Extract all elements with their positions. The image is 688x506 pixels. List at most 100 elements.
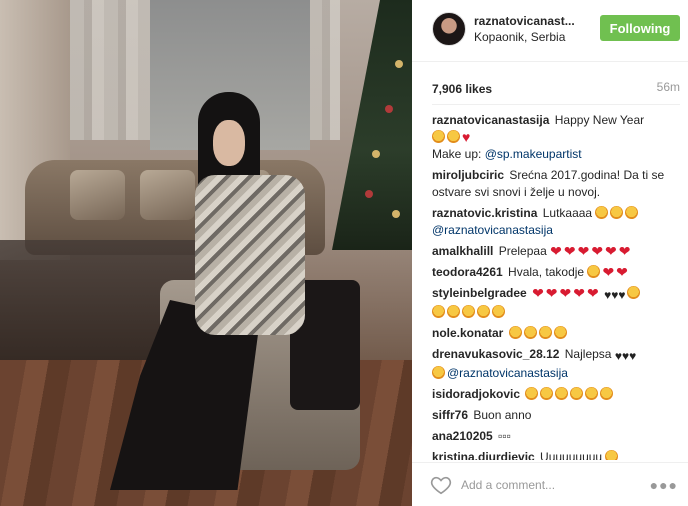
heart-emoji-icon: ❤: [616, 264, 628, 280]
divider: [432, 104, 680, 105]
comment-text: Lutkaaaa: [542, 206, 593, 220]
ok-hand-emoji-icon: [432, 366, 445, 379]
photo-ornament: [395, 60, 403, 68]
comment-footer: ●●●: [412, 462, 688, 506]
likes-count[interactable]: 7,906 likes: [432, 82, 492, 96]
black-heart-emoji-icon: ♥♥♥: [614, 349, 637, 363]
comment-item: kristina.djurdjevic Uuuuuuuuu: [432, 449, 682, 460]
comment-item: drenavukasovic_28.12 Najlepsa ♥♥♥ @razna…: [432, 346, 682, 382]
comment-item: isidoradjokovic: [432, 386, 682, 403]
comment-user[interactable]: miroljubciric: [432, 168, 504, 182]
heart-emoji-icon: ❤: [605, 243, 617, 259]
heart-outline-icon[interactable]: [430, 474, 452, 496]
post-side-panel: raznatovicanast... Kopaonik, Serbia Foll…: [412, 0, 688, 506]
likes-row: 7,906 likes 56m: [432, 80, 680, 96]
heart-eyes-emoji-icon: [605, 450, 619, 460]
cat-emoji-icon: [595, 206, 609, 219]
heart-eyes-emoji-icon: [477, 305, 490, 318]
heart-eyes-emoji-icon: [447, 305, 460, 318]
heart-eyes-emoji-icon: [585, 387, 599, 400]
comment-user[interactable]: siffr76: [432, 408, 468, 422]
comment-text: Prelepaa: [498, 244, 547, 258]
comment-item: raznatovic.kristina Lutkaaaa @raznatovic…: [432, 205, 682, 239]
comment-input[interactable]: [461, 475, 641, 495]
comment-user[interactable]: kristina.djurdjevic: [432, 450, 535, 460]
avatar[interactable]: [432, 12, 466, 46]
comment-text-line2: Make up:: [432, 147, 482, 161]
post-username[interactable]: raznatovicanast...: [474, 14, 584, 28]
balloon-emoji-icon: ♥: [462, 129, 471, 145]
heart-emoji-icon: ❤: [563, 243, 576, 259]
fireworks-emoji-icon: [432, 130, 445, 143]
comment-item: siffr76 Buon anno: [432, 407, 682, 424]
heart-eyes-emoji-icon: [462, 305, 475, 318]
post-header: raznatovicanast... Kopaonik, Serbia Foll…: [412, 0, 688, 62]
comment-user[interactable]: teodora4261: [432, 265, 503, 279]
heart-emoji-icon: ❤: [602, 264, 615, 280]
comment-item: miroljubciric Srećna 2017.godina! Da ti …: [432, 167, 682, 201]
comment-user[interactable]: ana210205: [432, 429, 493, 443]
comment-mention[interactable]: @raznatovicanastasija: [447, 366, 568, 380]
comment-text: ♥♥♥: [604, 288, 626, 302]
comment-text: Hvala, takodje: [508, 265, 585, 279]
post-time[interactable]: 56m: [657, 80, 680, 94]
photo-dress: [195, 175, 305, 335]
photo-ornament: [392, 210, 400, 218]
heart-eyes-emoji-icon: [627, 286, 641, 299]
comment-item: teodora4261 Hvala, takodje ❤ ❤: [432, 264, 682, 281]
comment-text: Happy New Year: [554, 113, 645, 127]
comment-user[interactable]: drenavukasovic_28.12: [432, 347, 559, 361]
heart-eyes-emoji-icon: [555, 387, 569, 400]
party-emoji-icon: [447, 130, 460, 143]
thumbs-up-emoji-icon: [508, 326, 522, 339]
comment-text: Uuuuuuuuu: [540, 450, 603, 460]
smile-emoji-icon: [553, 326, 567, 339]
comment-user[interactable]: amalkhalill: [432, 244, 493, 258]
comment-item: styleinbelgradee ❤ ❤ ❤ ❤ ❤ ♥♥♥: [432, 285, 682, 321]
heart-emoji-icon: ❤: [532, 285, 544, 301]
photo-christmas-tree: [332, 0, 412, 250]
comment-mention[interactable]: @sp.makeupartist: [485, 147, 582, 161]
post-photo[interactable]: [0, 0, 412, 506]
comment-item: ana210205 ▫▫▫: [432, 428, 682, 445]
heart-eyes-emoji-icon: [540, 387, 554, 400]
photo-face: [213, 120, 245, 166]
comment-user[interactable]: isidoradjokovic: [432, 387, 520, 401]
post-location[interactable]: Kopaonik, Serbia: [474, 30, 565, 44]
photo-ornament: [365, 190, 373, 198]
heart-emoji-icon: ❤: [573, 285, 585, 301]
comment-user[interactable]: raznatovicanastasija: [432, 113, 549, 127]
heart-eyes-emoji-icon: [432, 305, 445, 318]
heart-emoji-icon: ❤: [591, 243, 604, 259]
following-button[interactable]: Following: [600, 15, 680, 41]
photo-pillow: [140, 170, 195, 220]
fireworks-emoji-icon: [587, 265, 601, 278]
comment-item: amalkhalill Prelepaa ❤ ❤ ❤ ❤ ❤ ❤: [432, 243, 682, 260]
heart-eyes-emoji-icon: [600, 387, 614, 400]
comment-item: raznatovicanastasija Happy New Year ♥ Ma…: [432, 112, 682, 163]
comment-mention[interactable]: @raznatovicanastasija: [432, 223, 553, 237]
kiss-emoji-icon: [538, 326, 552, 339]
photo-pillow: [70, 170, 125, 220]
heart-emoji-icon: ❤: [618, 243, 631, 259]
comment-user[interactable]: styleinbelgradee: [432, 286, 527, 300]
heart-emoji-icon: ❤: [559, 285, 572, 301]
heart-eyes-emoji-icon: [570, 387, 584, 400]
photo-ornament: [372, 150, 380, 158]
comment-text: ▫▫▫: [498, 429, 511, 443]
cat-emoji-icon: [610, 206, 624, 219]
comment-user[interactable]: nole.konatar: [432, 326, 503, 340]
more-options-icon[interactable]: ●●●: [650, 477, 678, 493]
comment-text: Najlepsa: [564, 347, 612, 361]
heart-eyes-emoji-icon: [492, 305, 505, 318]
comments-list: raznatovicanastasija Happy New Year ♥ Ma…: [432, 112, 682, 460]
thumbs-up-emoji-icon: [523, 326, 537, 339]
comment-user[interactable]: raznatovic.kristina: [432, 206, 537, 220]
comment-item: nole.konatar: [432, 325, 682, 342]
heart-emoji-icon: ❤: [545, 285, 558, 301]
heart-emoji-icon: ❤: [550, 243, 562, 259]
heart-eyes-emoji-icon: [525, 387, 539, 400]
photo-ornament: [385, 105, 393, 113]
heart-emoji-icon: ❤: [577, 243, 590, 259]
heart-emoji-icon: ❤: [587, 285, 599, 301]
